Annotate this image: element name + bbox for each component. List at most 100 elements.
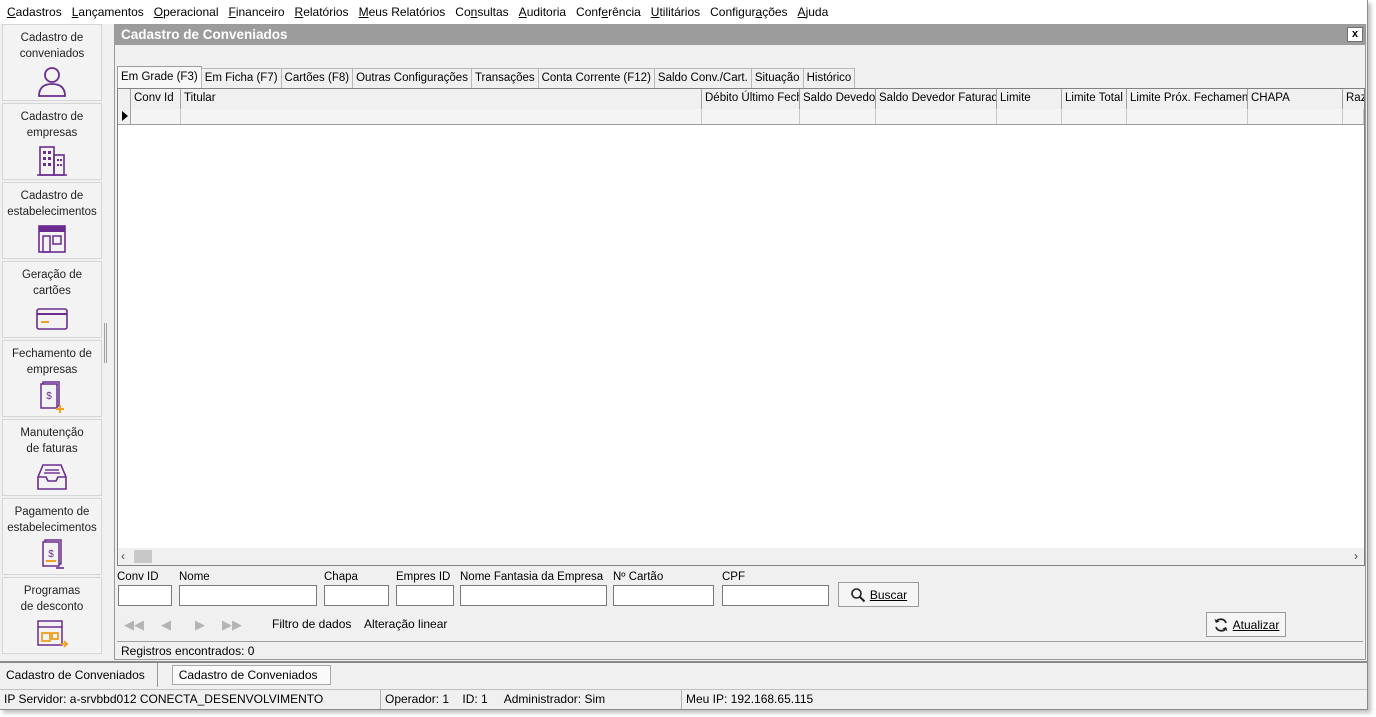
tab-outras-configuracoes[interactable]: Outras Configurações bbox=[352, 68, 472, 88]
row-indicator bbox=[118, 109, 131, 124]
operador-text: Operador: 1 bbox=[385, 692, 450, 706]
column-header[interactable]: CHAPA bbox=[1248, 89, 1343, 109]
card-icon bbox=[34, 301, 70, 335]
sidebar-item-label: Pagamento de estabelecimentos bbox=[7, 506, 97, 534]
nome-fantasia-input[interactable] bbox=[460, 585, 607, 606]
tab-saldo-conv-cart[interactable]: Saldo Conv./Cart. bbox=[653, 68, 752, 88]
operator-status: Operador: 1 ID: 1 Administrador: Sim bbox=[381, 690, 682, 709]
close-button[interactable]: x bbox=[1347, 27, 1363, 42]
sidebar-item-geracao-cartoes[interactable]: Geração de cartões bbox=[2, 261, 102, 338]
sidebar-item-programas-desconto[interactable]: Programas de desconto bbox=[2, 577, 102, 654]
sidebar-item-pagamento-estabelecimentos[interactable]: Pagamento de estabelecimentos $ bbox=[2, 498, 102, 575]
grid-cell[interactable] bbox=[1062, 109, 1127, 124]
empres-id-label: Empres ID bbox=[396, 571, 451, 583]
menu-utilitarios[interactable]: Utilitários bbox=[646, 0, 705, 24]
menu-cadastros[interactable]: Cadastros bbox=[2, 0, 67, 24]
grid-header: Conv Id Titular Débito Último Fech. Sald… bbox=[118, 89, 1364, 109]
tab-transacoes[interactable]: Transações bbox=[470, 68, 539, 88]
column-header[interactable]: Conv Id bbox=[131, 89, 181, 109]
menu-financeiro[interactable]: Financeiro bbox=[223, 0, 289, 24]
window-tabs-bar: Cadastro de Conveniados Cadastro de Conv… bbox=[0, 661, 1367, 687]
sidebar-item-cadastro-conveniados[interactable]: Cadastro de conveniados bbox=[2, 24, 102, 101]
sidebar-splitter[interactable] bbox=[104, 323, 107, 363]
grid-cell[interactable] bbox=[997, 109, 1062, 124]
cartao-input[interactable] bbox=[613, 585, 714, 606]
sidebar-item-cadastro-estabelecimentos[interactable]: Cadastro de estabelecimentos bbox=[2, 182, 102, 259]
tab-historico[interactable]: Histórico bbox=[802, 68, 856, 88]
tab-em-grade[interactable]: Em Grade (F3) bbox=[117, 66, 202, 88]
application-window: Cadastros Lançamentos Operacional Financ… bbox=[0, 0, 1368, 710]
menu-configuracoes[interactable]: Configurações bbox=[705, 0, 792, 24]
alteracao-linear-link[interactable]: Alteração linear bbox=[364, 617, 447, 631]
horizontal-scrollbar[interactable]: ‹ › bbox=[118, 548, 1364, 565]
sidebar-item-label: Cadastro de estabelecimentos bbox=[7, 190, 97, 218]
column-header[interactable]: Limite bbox=[997, 89, 1062, 109]
user-icon bbox=[34, 64, 70, 98]
invoice-plus-icon: $ bbox=[34, 380, 70, 414]
sidebar-item-label: Programas de desconto bbox=[20, 585, 84, 613]
records-count: Registros encontrados: 0 bbox=[117, 641, 1363, 659]
discount-program-icon bbox=[34, 617, 70, 651]
grid-cell[interactable] bbox=[181, 109, 702, 124]
buscar-button[interactable]: Buscar bbox=[838, 582, 919, 607]
grid-cell[interactable] bbox=[702, 109, 800, 124]
column-header[interactable]: Raz bbox=[1343, 89, 1364, 109]
chapa-label: Chapa bbox=[324, 571, 358, 583]
building-icon bbox=[34, 143, 70, 177]
tab-conta-corrente[interactable]: Conta Corrente (F12) bbox=[537, 68, 655, 88]
menu-meus-relatorios[interactable]: Meus Relatórios bbox=[354, 0, 451, 24]
menu-ajuda[interactable]: Ajuda bbox=[793, 0, 834, 24]
grid-cell[interactable] bbox=[800, 109, 876, 124]
grid-cell[interactable] bbox=[1248, 109, 1343, 124]
tab-cartoes[interactable]: Cartões (F8) bbox=[280, 68, 354, 88]
sidebar-item-label: Geração de cartões bbox=[21, 269, 83, 297]
menu-conferencia[interactable]: Conferência bbox=[571, 0, 646, 24]
filtro-dados-link[interactable]: Filtro de dados bbox=[272, 617, 351, 631]
first-record-icon[interactable]: ◀◀ bbox=[123, 617, 145, 633]
chapa-input[interactable] bbox=[324, 585, 389, 606]
menu-consultas[interactable]: Consultas bbox=[450, 0, 513, 24]
grid-indicator-header bbox=[118, 89, 131, 109]
column-header[interactable]: Saldo Devedor bbox=[800, 89, 876, 109]
sidebar-item-fechamento-empresas[interactable]: Fechamento de empresas $ bbox=[2, 340, 102, 417]
window-tab[interactable]: Cadastro de Conveniados bbox=[0, 663, 158, 687]
atualizar-button[interactable]: Atualizar bbox=[1206, 612, 1286, 637]
column-header[interactable]: Limite Total bbox=[1062, 89, 1127, 109]
last-record-icon[interactable]: ▶▶ bbox=[221, 617, 243, 633]
previous-record-icon[interactable]: ◀ bbox=[155, 617, 177, 633]
menu-operacional[interactable]: Operacional bbox=[149, 0, 224, 24]
scroll-thumb[interactable] bbox=[134, 550, 152, 563]
grid-cell[interactable] bbox=[1127, 109, 1248, 124]
menu-auditoria[interactable]: Auditoria bbox=[514, 0, 571, 24]
grid-cell[interactable] bbox=[1343, 109, 1364, 124]
scroll-left-icon[interactable]: ‹ bbox=[121, 548, 125, 565]
column-header[interactable]: Limite Próx. Fechamento bbox=[1127, 89, 1248, 109]
refresh-icon bbox=[1213, 617, 1229, 633]
menu-relatorios[interactable]: Relatórios bbox=[290, 0, 354, 24]
empres-id-input[interactable] bbox=[396, 585, 454, 606]
tab-situacao[interactable]: Situação bbox=[750, 68, 804, 88]
next-record-icon[interactable]: ▶ bbox=[189, 617, 211, 633]
sidebar-item-manutencao-faturas[interactable]: Manutenção de faturas bbox=[2, 419, 102, 496]
grid-cell[interactable] bbox=[876, 109, 997, 124]
tab-em-ficha[interactable]: Em Ficha (F7) bbox=[200, 68, 282, 88]
nome-label: Nome bbox=[179, 571, 210, 583]
nome-input[interactable] bbox=[179, 585, 317, 606]
sidebar-item-cadastro-empresas[interactable]: Cadastro de empresas bbox=[2, 103, 102, 180]
conv-id-input[interactable] bbox=[118, 585, 172, 606]
menu-lancamentos[interactable]: Lançamentos bbox=[67, 0, 149, 24]
grid-cell[interactable] bbox=[131, 109, 181, 124]
column-header[interactable]: Débito Último Fech. bbox=[702, 89, 800, 109]
id-text: ID: 1 bbox=[462, 692, 488, 706]
cpf-input[interactable] bbox=[722, 585, 829, 606]
column-header[interactable]: Saldo Devedor Faturado bbox=[876, 89, 997, 109]
window-title: Cadastro de Conveniados bbox=[115, 25, 1365, 45]
table-row[interactable] bbox=[118, 109, 1364, 125]
data-grid[interactable]: Conv Id Titular Débito Último Fech. Sald… bbox=[117, 88, 1365, 566]
scroll-right-icon[interactable]: › bbox=[1354, 548, 1358, 565]
sidebar-item-label: Fechamento de empresas bbox=[12, 348, 92, 376]
search-icon bbox=[850, 587, 866, 603]
window-tab-active[interactable]: Cadastro de Conveniados bbox=[171, 665, 331, 685]
admin-text: Administrador: Sim bbox=[503, 692, 606, 706]
column-header[interactable]: Titular bbox=[181, 89, 702, 109]
